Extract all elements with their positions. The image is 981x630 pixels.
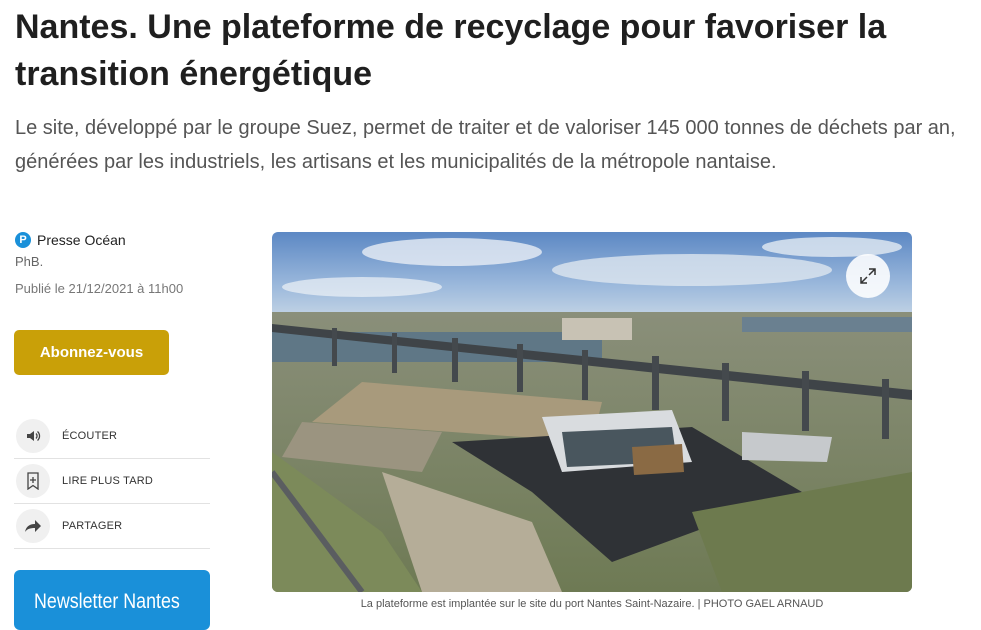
share-action[interactable]: PARTAGER — [14, 504, 210, 549]
article-photo[interactable] — [272, 232, 912, 592]
presse-ocean-logo-icon: P — [15, 232, 31, 248]
newsletter-box[interactable]: Newsletter Nantes — [14, 570, 210, 630]
article-title: Nantes. Une plateforme de recyclage pour… — [15, 8, 887, 93]
publish-date: Publié le 21/12/2021 à 11h00 — [15, 281, 184, 296]
aerial-photo-image — [272, 232, 912, 592]
article-actions: ÉCOUTER LIRE PLUS TARD PARTAGER — [14, 414, 210, 549]
expand-photo-button[interactable] — [846, 254, 890, 298]
listen-label: ÉCOUTER — [62, 430, 118, 442]
subscribe-button[interactable]: Abonnez-vous — [14, 330, 169, 375]
article-meta: P Presse Océan PhB. Publié le 21/12/2021… — [15, 232, 255, 296]
share-arrow-icon — [16, 509, 50, 543]
expand-icon — [860, 268, 876, 284]
author: PhB. — [15, 254, 44, 269]
speaker-icon — [16, 419, 50, 453]
read-later-label: LIRE PLUS TARD — [62, 475, 154, 487]
article-lede: Le site, développé par le groupe Suez, p… — [15, 117, 956, 173]
listen-action[interactable]: ÉCOUTER — [14, 414, 210, 459]
bookmark-add-icon — [16, 464, 50, 498]
source-line[interactable]: P Presse Océan — [15, 232, 255, 248]
read-later-action[interactable]: LIRE PLUS TARD — [14, 459, 210, 504]
newsletter-title: Newsletter Nantes — [34, 590, 180, 613]
source-name: Presse Océan — [37, 232, 126, 248]
photo-caption: La plateforme est implantée sur le site … — [360, 598, 824, 610]
share-label: PARTAGER — [62, 520, 123, 532]
